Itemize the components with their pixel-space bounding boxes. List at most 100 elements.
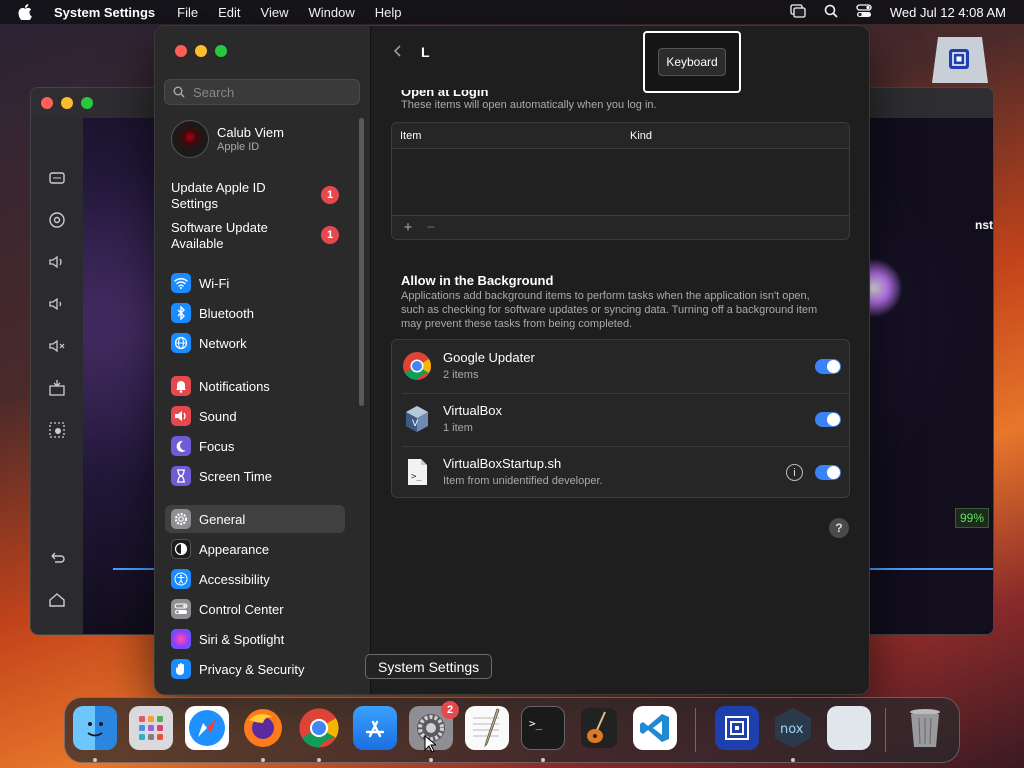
gear-icon (171, 509, 191, 529)
login-items-table[interactable]: Item Kind + − (391, 122, 850, 240)
avatar (171, 120, 209, 158)
siri-icon (171, 629, 191, 649)
google-updater-toggle[interactable] (815, 359, 841, 374)
app-store-icon[interactable] (353, 706, 397, 750)
sidebar-item-control-center[interactable]: Control Center (165, 595, 345, 623)
nox-icon[interactable]: nox (771, 706, 815, 750)
update-apple-id-item[interactable]: Update Apple ID Settings (171, 180, 266, 212)
speaker-icon (171, 406, 191, 426)
sidebar-item-accessibility[interactable]: Accessibility (165, 565, 345, 593)
trash-icon[interactable] (903, 706, 947, 750)
location-icon[interactable] (47, 210, 67, 230)
script-file-icon: >_ (402, 457, 432, 487)
virtualbox-icon: V (402, 404, 432, 434)
open-at-login-description: These items will open automatically when… (401, 99, 657, 111)
update-apple-id-badge: 1 (321, 186, 339, 204)
virtualbox-app-icon[interactable] (715, 706, 759, 750)
close-window-button[interactable] (175, 45, 187, 57)
virtualbox-floating-icon[interactable] (932, 37, 988, 83)
dock-separator (885, 708, 886, 752)
zoom-window-button[interactable] (215, 45, 227, 57)
textedit-icon[interactable] (465, 706, 509, 750)
column-kind-header[interactable]: Kind (630, 130, 652, 142)
sidebar-item-privacy-security[interactable]: Privacy & Security (165, 655, 345, 683)
terminal-icon[interactable]: >_ (521, 706, 565, 750)
android-back-icon[interactable] (47, 548, 67, 568)
svg-text:nox: nox (780, 722, 804, 737)
menu-file[interactable]: File (177, 5, 198, 20)
launchpad-icon[interactable] (129, 706, 173, 750)
firefox-icon[interactable] (241, 706, 285, 750)
virtualbox-startup-toggle[interactable] (815, 465, 841, 480)
android-recents-icon[interactable] (47, 632, 67, 634)
finder-icon[interactable] (73, 706, 117, 750)
emu-zoom-button[interactable] (81, 97, 93, 109)
help-button[interactable]: ? (829, 518, 849, 538)
apk-install-icon[interactable] (47, 378, 67, 398)
mute-icon[interactable] (47, 336, 67, 356)
sidebar-item-notifications[interactable]: Notifications (165, 372, 345, 400)
emu-minimize-button[interactable] (61, 97, 73, 109)
emu-toolbar-icon-1[interactable] (47, 168, 67, 188)
svg-text:>_: >_ (411, 472, 422, 482)
background-item-row[interactable]: Google Updater 2 items (392, 340, 849, 393)
update-apple-id-line1: Update Apple ID (171, 180, 266, 195)
sidebar-item-label: Privacy & Security (199, 661, 305, 677)
background-item-row[interactable]: >_ VirtualBoxStartup.sh Item from uniden… (392, 446, 849, 499)
safari-icon[interactable] (185, 706, 229, 750)
sidebar-item-bluetooth[interactable]: Bluetooth (165, 299, 345, 327)
sidebar-item-label: Network (199, 335, 247, 351)
sidebar-item-siri-spotlight[interactable]: Siri & Spotlight (165, 625, 345, 653)
screenshot-icon[interactable] (47, 420, 67, 440)
software-update-item[interactable]: Software Update Available (171, 220, 268, 252)
virtualbox-toggle[interactable] (815, 412, 841, 427)
sidebar-item-label: Focus (199, 438, 235, 454)
apple-menu-icon[interactable] (18, 3, 36, 21)
garageband-icon[interactable] (577, 706, 621, 750)
sidebar-item-wifi[interactable]: Wi-Fi (165, 269, 345, 297)
sidebar-item-label: Sound (199, 408, 237, 424)
column-item-header[interactable]: Item (400, 130, 421, 142)
minimize-window-button[interactable] (195, 45, 207, 57)
moon-icon (171, 436, 191, 456)
menu-view[interactable]: View (261, 5, 289, 20)
menu-edit[interactable]: Edit (218, 5, 240, 20)
control-center-icon[interactable] (856, 3, 872, 21)
remove-login-item-button[interactable]: − (424, 219, 438, 236)
menu-window[interactable]: Window (308, 5, 354, 20)
search-placeholder: Search (193, 84, 235, 100)
preview-icon[interactable] (827, 706, 871, 750)
android-home-icon[interactable] (47, 590, 67, 610)
update-apple-id-line2: Settings (171, 196, 218, 211)
emu-close-button[interactable] (41, 97, 53, 109)
search-field[interactable]: Search (164, 79, 360, 105)
info-button[interactable]: i (786, 464, 803, 481)
chrome-icon[interactable] (297, 706, 341, 750)
spotlight-search-icon[interactable] (824, 4, 838, 21)
hand-icon (171, 659, 191, 679)
menu-clock[interactable]: Wed Jul 12 4:08 AM (890, 5, 1006, 20)
vscode-icon[interactable] (633, 706, 677, 750)
sidebar-item-general[interactable]: General (165, 505, 345, 533)
software-update-line1: Software Update (171, 220, 268, 235)
sidebar-item-sound[interactable]: Sound (165, 402, 345, 430)
account-subtitle: Apple ID (217, 141, 260, 153)
add-login-item-button[interactable]: + (398, 219, 418, 236)
back-chevron-icon[interactable] (391, 44, 405, 58)
apple-id-account[interactable]: Calub Viem Apple ID (171, 120, 284, 158)
sidebar-item-label: Bluetooth (199, 305, 254, 321)
sidebar-scrollbar[interactable] (359, 118, 364, 406)
settings-main-pane: L Keyboard Open at Login These items wil… (371, 26, 869, 694)
menu-app-name[interactable]: System Settings (54, 5, 155, 20)
volume-down-icon[interactable] (47, 294, 67, 314)
sidebar-item-appearance[interactable]: Appearance (165, 535, 345, 563)
volume-up-icon[interactable] (47, 252, 67, 272)
menu-help[interactable]: Help (375, 5, 402, 20)
sidebar-item-network[interactable]: Network (165, 329, 345, 357)
menu-bar: System Settings File Edit View Window He… (0, 0, 1024, 24)
sidebar-item-screen-time[interactable]: Screen Time (165, 462, 345, 490)
sidebar-item-focus[interactable]: Focus (165, 432, 345, 460)
bluetooth-icon (171, 303, 191, 323)
screen-mirroring-icon[interactable] (790, 3, 806, 21)
background-item-row[interactable]: V VirtualBox 1 item (392, 393, 849, 446)
